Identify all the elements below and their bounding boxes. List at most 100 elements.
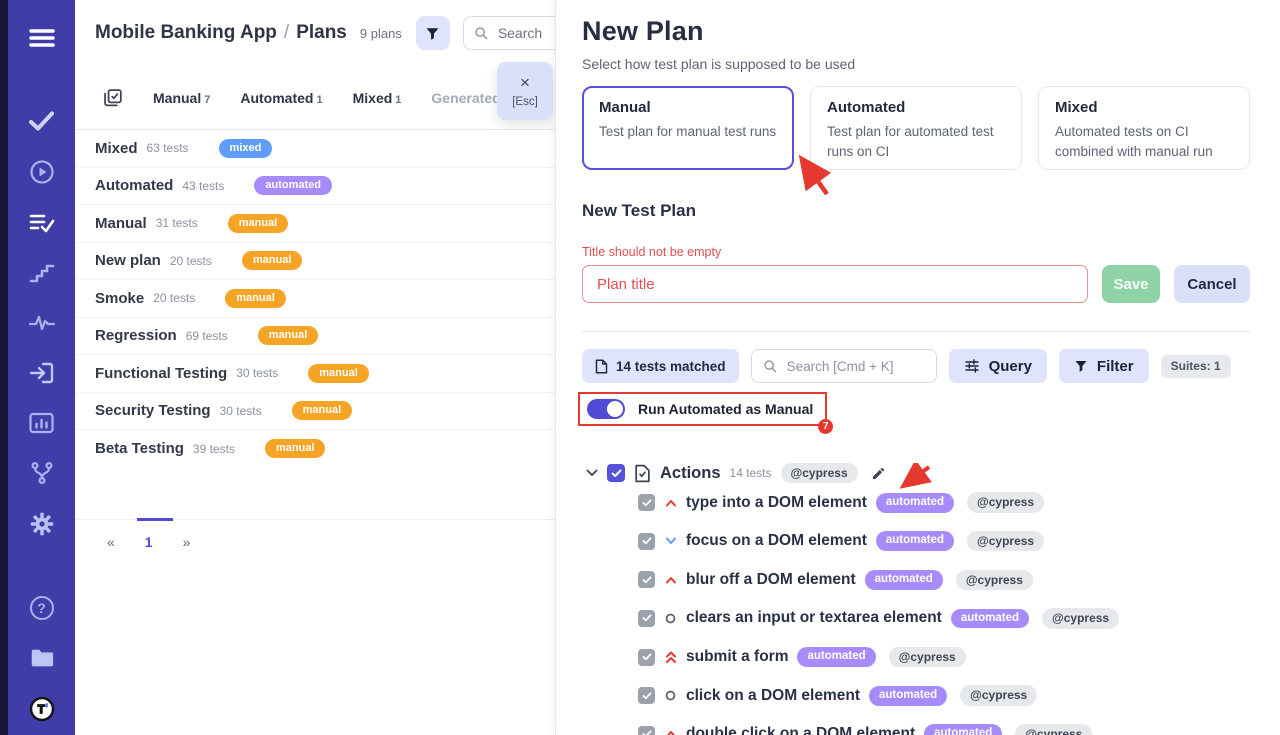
breadcrumb-project[interactable]: Mobile Banking App	[95, 22, 277, 43]
plans-list: Mixed 63 tests mixed Automated 43 tests …	[75, 130, 555, 468]
test-row[interactable]: submit a form automated @cypress	[638, 638, 1250, 677]
test-row[interactable]: blur off a DOM element automated @cypres…	[638, 561, 1250, 600]
runs-play-icon[interactable]	[29, 159, 55, 185]
test-plans-list-check-icon[interactable]	[29, 211, 55, 235]
plan-row[interactable]: New plan 20 tests manual	[75, 243, 555, 281]
test-name[interactable]: clears an input or textarea element	[686, 609, 942, 627]
tab-automated[interactable]: Automated1	[240, 90, 322, 106]
test-name[interactable]: click on a DOM element	[686, 687, 860, 705]
sliders-icon	[964, 358, 980, 374]
suite-name[interactable]: Actions	[660, 464, 721, 483]
plan-row[interactable]: Security Testing 30 tests manual	[75, 393, 555, 431]
suite-header: Actions 14 tests @cypress	[586, 463, 1250, 483]
plan-name[interactable]: Security Testing	[95, 402, 211, 419]
save-button[interactable]: Save	[1102, 265, 1160, 303]
plans-search-box[interactable]	[463, 16, 555, 50]
plan-name[interactable]: Regression	[95, 327, 177, 344]
annotation-step-badge: 7	[818, 419, 833, 434]
test-name[interactable]: double click on a DOM element	[686, 725, 915, 735]
pagination-next-button[interactable]: »	[183, 534, 191, 550]
plan-row[interactable]: Manual 31 tests manual	[75, 205, 555, 243]
hamburger-menu-icon[interactable]	[29, 26, 55, 50]
test-row[interactable]: click on a DOM element automated @cypres…	[638, 676, 1250, 715]
tests-check-icon[interactable]	[29, 109, 55, 133]
steps-icon[interactable]	[29, 261, 55, 285]
pulse-activity-icon[interactable]	[29, 311, 55, 335]
filter-button[interactable]: Filter	[1059, 349, 1149, 383]
pagination-page-1[interactable]: 1	[145, 534, 153, 550]
plan-name[interactable]: Automated	[95, 177, 173, 194]
test-checkbox-checked[interactable]	[638, 649, 655, 666]
select-all-icon[interactable]	[101, 87, 123, 109]
app-logo[interactable]	[29, 696, 55, 722]
test-checkbox-checked[interactable]	[638, 687, 655, 704]
tag-badge[interactable]: @cypress	[960, 685, 1037, 705]
plan-name[interactable]: Beta Testing	[95, 440, 184, 457]
plan-title-input[interactable]	[582, 265, 1088, 303]
tab-manual[interactable]: Manual7	[153, 90, 210, 106]
suite-checkbox-checked[interactable]	[607, 464, 625, 482]
plan-type-badge: manual	[292, 401, 353, 420]
test-name[interactable]: blur off a DOM element	[686, 571, 856, 589]
tag-badge[interactable]: @cypress	[967, 492, 1044, 512]
plan-row[interactable]: Smoke 20 tests manual	[75, 280, 555, 318]
plan-row[interactable]: Regression 69 tests manual	[75, 318, 555, 356]
plan-row[interactable]: Automated 43 tests automated	[75, 168, 555, 206]
plan-name[interactable]: Mixed	[95, 140, 138, 157]
help-icon[interactable]: ?	[29, 596, 55, 620]
test-checkbox-checked[interactable]	[638, 533, 655, 550]
plan-test-count: 69 tests	[186, 329, 228, 343]
tag-badge[interactable]: @cypress	[1042, 608, 1119, 628]
plan-type-badge: manual	[228, 214, 289, 233]
test-name[interactable]: type into a DOM element	[686, 494, 867, 512]
test-row[interactable]: clears an input or textarea element auto…	[638, 599, 1250, 638]
test-row[interactable]: focus on a DOM element automated @cypres…	[638, 522, 1250, 561]
plans-search-input[interactable]	[496, 24, 555, 42]
plans-filter-button[interactable]	[416, 16, 450, 50]
plan-type-card-manual[interactable]: Manual Test plan for manual test runs	[582, 86, 794, 170]
tag-badge[interactable]: @cypress	[956, 570, 1033, 590]
query-button[interactable]: Query	[949, 349, 1047, 383]
tests-matched-chip[interactable]: 14 tests matched	[582, 349, 739, 383]
test-checkbox-checked[interactable]	[638, 571, 655, 588]
test-row[interactable]: type into a DOM element automated @cypre…	[638, 483, 1250, 522]
branches-icon[interactable]	[29, 461, 55, 485]
plan-row[interactable]: Functional Testing 30 tests manual	[75, 355, 555, 393]
test-name[interactable]: submit a form	[686, 648, 788, 666]
edit-pencil-icon[interactable]	[871, 466, 886, 481]
tests-search-input[interactable]	[785, 358, 925, 375]
plan-name[interactable]: Functional Testing	[95, 365, 227, 382]
test-row[interactable]: double click on a DOM element automated …	[638, 715, 1250, 735]
test-checkbox-checked[interactable]	[638, 610, 655, 627]
plan-test-count: 39 tests	[193, 442, 235, 456]
test-checkbox-checked[interactable]	[638, 494, 655, 511]
run-automated-as-manual-toggle[interactable]	[587, 399, 625, 419]
cancel-button[interactable]: Cancel	[1174, 265, 1250, 303]
settings-gear-icon[interactable]	[29, 511, 55, 537]
tab-mixed[interactable]: Mixed1	[353, 90, 402, 106]
priority-high-icon	[664, 499, 677, 507]
import-signin-icon[interactable]	[29, 361, 55, 385]
tag-badge[interactable]: @cypress	[1015, 724, 1092, 735]
plan-type-card-automated[interactable]: Automated Test plan for automated test r…	[810, 86, 1022, 170]
plan-name[interactable]: New plan	[95, 252, 161, 269]
close-panel-button[interactable]: × [Esc]	[497, 62, 553, 120]
tab-generated[interactable]: Generated	[431, 90, 500, 106]
plan-type-card-mixed[interactable]: Mixed Automated tests on CI combined wit…	[1038, 86, 1250, 170]
test-name[interactable]: focus on a DOM element	[686, 532, 867, 550]
plan-row[interactable]: Beta Testing 39 tests manual	[75, 430, 555, 468]
tag-badge[interactable]: @cypress	[967, 531, 1044, 551]
chevron-down-icon[interactable]	[586, 467, 598, 479]
pagination-prev-button[interactable]: «	[107, 534, 115, 550]
suite-document-icon	[634, 464, 651, 483]
test-checkbox-checked[interactable]	[638, 726, 655, 735]
tag-badge[interactable]: @cypress	[889, 647, 966, 667]
projects-folder-icon[interactable]	[29, 646, 55, 670]
breadcrumb-current: Plans	[296, 22, 347, 43]
analytics-bar-chart-icon[interactable]	[29, 411, 55, 435]
tests-search-box[interactable]	[751, 349, 937, 383]
plan-row[interactable]: Mixed 63 tests mixed	[75, 130, 555, 168]
suite-tag-badge[interactable]: @cypress	[781, 463, 858, 483]
plan-name[interactable]: Smoke	[95, 290, 144, 307]
plan-name[interactable]: Manual	[95, 215, 147, 232]
